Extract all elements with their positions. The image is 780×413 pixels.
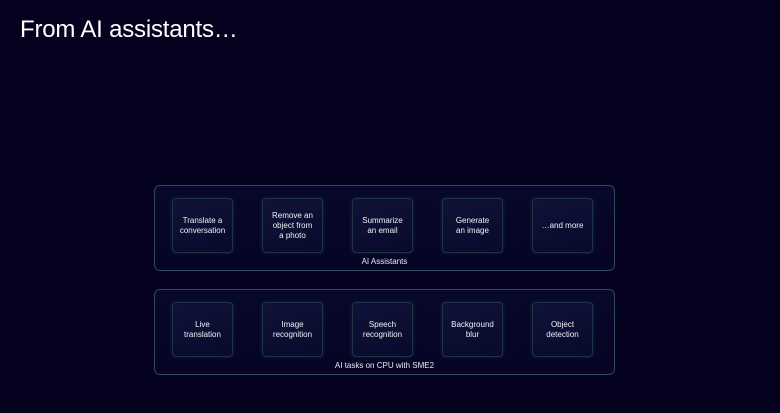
ai-assistants-label: AI Assistants bbox=[361, 257, 408, 266]
ai-assistants-cards: Translate a conversation Remove an objec… bbox=[172, 198, 593, 253]
card-label: Speech recognition bbox=[362, 319, 403, 339]
card-image-recognition: Image recognition bbox=[262, 302, 323, 357]
card-label: Image recognition bbox=[272, 319, 313, 339]
card-remove-object: Remove an object from a photo bbox=[262, 198, 323, 253]
card-label: Summarize an email bbox=[362, 215, 403, 235]
card-speech-recognition: Speech recognition bbox=[352, 302, 413, 357]
ai-tasks-cards: Live translation Image recognition Speec… bbox=[172, 302, 593, 357]
card-label: Object detection bbox=[546, 319, 579, 339]
card-translate-conversation: Translate a conversation bbox=[172, 198, 233, 253]
card-label: Translate a conversation bbox=[179, 215, 226, 235]
card-summarize-email: Summarize an email bbox=[352, 198, 413, 253]
card-label: Live translation bbox=[184, 319, 221, 339]
slide-title: From AI assistants… bbox=[20, 16, 238, 43]
ai-tasks-label: AI tasks on CPU with SME2 bbox=[334, 361, 435, 370]
card-label: Generate an image bbox=[455, 215, 490, 235]
card-generate-image: Generate an image bbox=[442, 198, 503, 253]
card-label: Remove an object from a photo bbox=[272, 210, 313, 240]
card-background-blur: Background blur bbox=[442, 302, 503, 357]
card-and-more: …and more bbox=[532, 198, 593, 253]
card-object-detection: Object detection bbox=[532, 302, 593, 357]
card-label: …and more bbox=[541, 220, 584, 230]
card-live-translation: Live translation bbox=[172, 302, 233, 357]
card-label: Background blur bbox=[451, 319, 494, 339]
ai-tasks-group: Live translation Image recognition Speec… bbox=[154, 289, 615, 375]
ai-assistants-group: Translate a conversation Remove an objec… bbox=[154, 185, 615, 271]
